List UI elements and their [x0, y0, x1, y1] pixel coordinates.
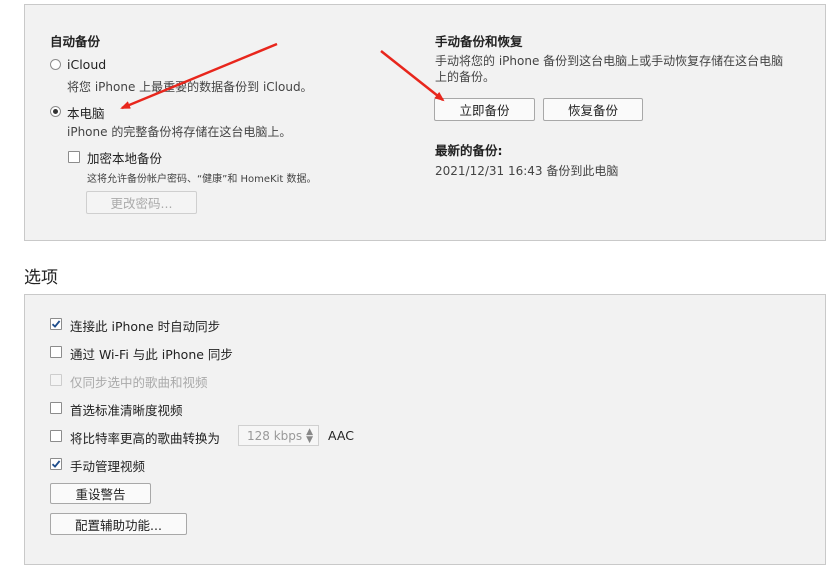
auto-backup-title: 自动备份: [50, 34, 101, 49]
sync-checked-only-label: 仅同步选中的歌曲和视频: [70, 375, 208, 390]
convert-bitrate-checkbox[interactable]: [50, 430, 62, 442]
encrypt-backup-label[interactable]: 加密本地备份: [87, 148, 162, 167]
latest-backup-title: 最新的备份:: [435, 143, 503, 158]
options-title: 选项: [24, 268, 58, 288]
bitrate-value: 128 kbps: [247, 428, 303, 443]
icloud-radio[interactable]: [50, 59, 61, 70]
auto-sync-checkbox[interactable]: [50, 318, 62, 330]
manual-backup-description: 手动将您的 iPhone 备份到这台电脑上或手动恢复存储在这台电脑上的备份。: [435, 54, 784, 84]
stepper-chevron-icon: ▲ ▼: [306, 427, 313, 445]
this-computer-description: iPhone 的完整备份将存储在这台电脑上。: [67, 125, 292, 139]
restore-backup-button[interactable]: 恢复备份: [543, 98, 643, 121]
encrypt-backup-checkbox[interactable]: [68, 151, 80, 163]
encrypt-backup-description: 这将允许备份帐户密码、“健康”和 HomeKit 数据。: [87, 174, 317, 185]
latest-backup-value: 2021/12/31 16:43 备份到此电脑: [435, 164, 619, 178]
reset-warnings-button[interactable]: 重设警告: [50, 483, 151, 504]
manual-video-checkbox[interactable]: [50, 458, 62, 470]
convert-bitrate-label[interactable]: 将比特率更高的歌曲转换为: [70, 428, 220, 447]
wifi-sync-label[interactable]: 通过 Wi-Fi 与此 iPhone 同步: [70, 344, 233, 363]
bitrate-format-label: AAC: [328, 428, 354, 443]
icloud-description: 将您 iPhone 上最重要的数据备份到 iCloud。: [67, 80, 313, 94]
configure-accessibility-button[interactable]: 配置辅助功能...: [50, 513, 187, 535]
prefer-sd-video-label[interactable]: 首选标准清晰度视频: [70, 400, 183, 419]
backup-now-button[interactable]: 立即备份: [434, 98, 535, 121]
this-computer-radio[interactable]: [50, 106, 61, 117]
sync-checked-only-checkbox[interactable]: [50, 374, 62, 386]
bitrate-select[interactable]: 128 kbps ▲ ▼: [238, 425, 319, 446]
prefer-sd-video-checkbox[interactable]: [50, 402, 62, 414]
manual-backup-title: 手动备份和恢复: [435, 34, 523, 49]
icloud-label[interactable]: iCloud: [67, 57, 106, 72]
manual-video-label[interactable]: 手动管理视频: [70, 456, 145, 475]
change-password-button[interactable]: 更改密码...: [86, 191, 197, 214]
auto-sync-label[interactable]: 连接此 iPhone 时自动同步: [70, 316, 220, 335]
this-computer-label[interactable]: 本电脑: [67, 103, 105, 122]
wifi-sync-checkbox[interactable]: [50, 346, 62, 358]
